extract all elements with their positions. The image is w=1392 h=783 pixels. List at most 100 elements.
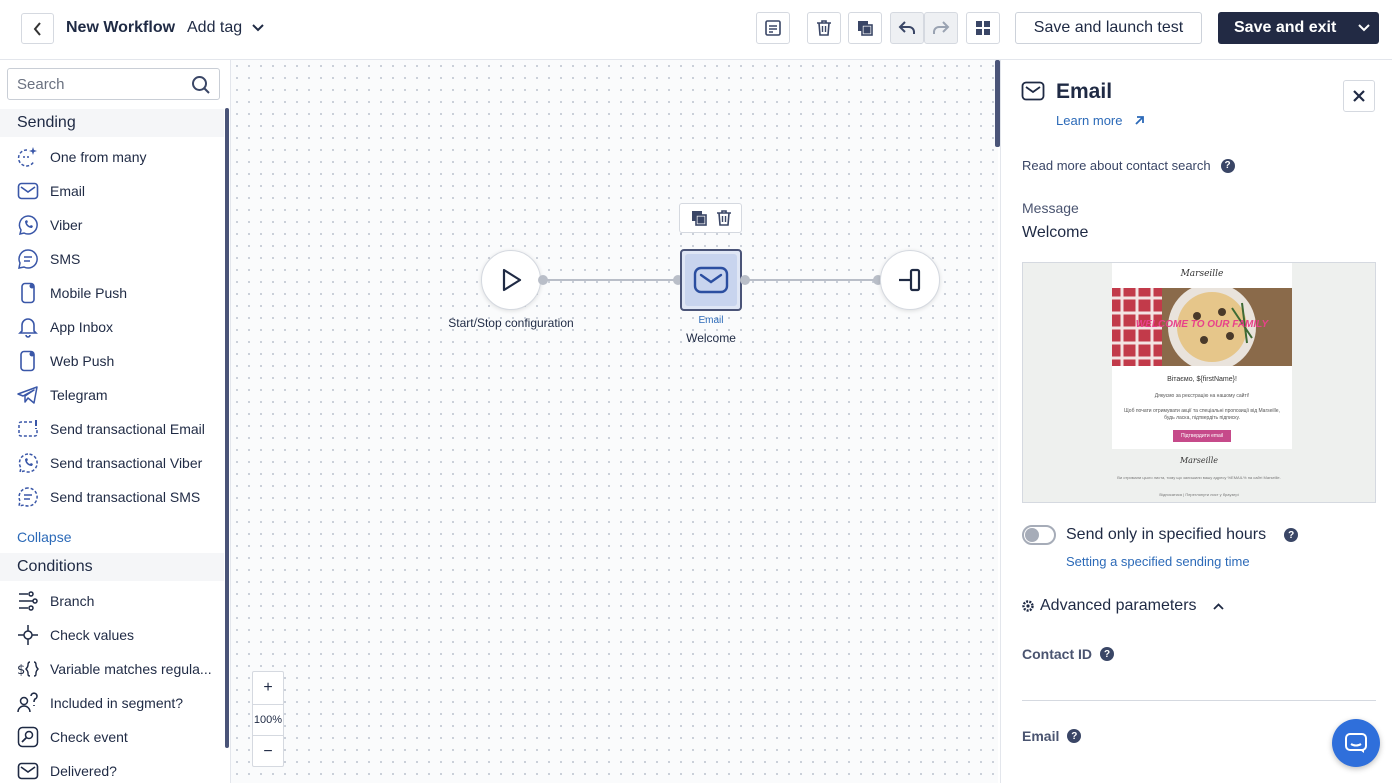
zoom-out-button[interactable]: −	[253, 736, 283, 768]
help-icon[interactable]: ?	[1284, 528, 1299, 542]
chat-icon	[1345, 733, 1367, 753]
sidebar-item-viber[interactable]: Viber	[17, 211, 222, 239]
notes-button[interactable]	[756, 12, 790, 44]
sidebar-item-label: Viber	[50, 217, 83, 233]
notes-icon	[765, 20, 781, 36]
start-node[interactable]	[481, 250, 541, 310]
transactional-email-icon	[17, 418, 39, 440]
trash-icon	[817, 20, 831, 36]
sidebar-item-included-in-segment[interactable]: Included in segment?	[17, 689, 222, 717]
email-node[interactable]	[680, 249, 742, 311]
play-icon	[502, 268, 522, 292]
message-value[interactable]: Welcome	[1022, 224, 1088, 242]
send-hours-label: Send only in specified hours	[1066, 526, 1267, 543]
sidebar-item-mobile-push[interactable]: Mobile Push	[17, 279, 222, 307]
collapse-link[interactable]: Collapse	[17, 529, 71, 545]
transactional-sms-icon	[17, 486, 39, 508]
copy-icon[interactable]	[690, 209, 708, 227]
sidebar-item-label: App Inbox	[50, 319, 114, 335]
sidebar-item-label: Send transactional SMS	[50, 489, 201, 505]
sidebar-item-label: Send transactional Viber	[50, 455, 203, 471]
mobile-icon	[17, 282, 39, 304]
email-output-port[interactable]	[740, 275, 750, 285]
envelope-icon	[693, 266, 729, 294]
zoom-controls: + 100% −	[252, 671, 284, 767]
back-button[interactable]	[21, 13, 54, 44]
sidebar-item-telegram[interactable]: Telegram	[17, 381, 222, 409]
sending-time-link[interactable]: Setting a specified sending time	[1066, 554, 1250, 569]
save-exit-button[interactable]: Save and exit	[1218, 12, 1379, 44]
sidebar-scrollbar[interactable]	[225, 108, 229, 748]
sidebar-item-check-event[interactable]: Check event	[17, 723, 222, 751]
sidebar-item-sms[interactable]: SMS	[17, 245, 222, 273]
preview-banner: WELCOME TO OUR FAMILY	[1112, 288, 1292, 366]
panel-title: Email	[1056, 80, 1113, 103]
save-exit-dropdown[interactable]	[1348, 12, 1379, 44]
sidebar-item-variable-matches[interactable]: $ Variable matches regula...	[17, 655, 222, 683]
preview-line2: Щоб почати отримувати акції та спеціальн…	[1124, 408, 1280, 421]
trash-icon[interactable]	[716, 209, 732, 227]
sidebar-item-one-from-many[interactable]: One from many	[17, 143, 222, 171]
web-push-icon	[17, 350, 39, 372]
exit-node[interactable]	[880, 250, 940, 310]
save-launch-test-button[interactable]: Save and launch test	[1015, 12, 1202, 44]
chevron-left-icon	[33, 21, 41, 36]
sms-bubble-icon	[17, 248, 39, 270]
telegram-icon	[17, 384, 39, 406]
sidebar-item-label: Variable matches regula...	[50, 661, 212, 677]
sidebar-item-branch[interactable]: Branch	[17, 587, 222, 615]
message-label: Message	[1022, 200, 1079, 216]
edge-email-exit	[744, 279, 878, 281]
add-tag-dropdown[interactable]: Add tag	[187, 19, 264, 37]
sidebar-item-transactional-viber[interactable]: Send transactional Viber	[17, 449, 222, 477]
bell-icon	[17, 316, 39, 338]
sidebar-item-web-push[interactable]: Web Push	[17, 347, 222, 375]
help-icon[interactable]: ?	[1220, 158, 1235, 173]
sidebar-item-delivered[interactable]: Delivered?	[17, 757, 222, 783]
copy-button[interactable]	[848, 12, 882, 44]
start-output-port[interactable]	[538, 275, 548, 285]
event-icon	[17, 726, 39, 748]
email-node-body	[685, 254, 737, 306]
delivered-icon	[17, 760, 39, 782]
delete-button[interactable]	[807, 12, 841, 44]
redo-button[interactable]	[924, 12, 958, 44]
sidebar-item-transactional-email[interactable]: Send transactional Email	[17, 415, 222, 443]
grid-icon	[976, 21, 990, 35]
chevron-up-icon	[1212, 602, 1224, 610]
sidebar-item-transactional-sms[interactable]: Send transactional SMS	[17, 483, 222, 511]
search-field[interactable]	[7, 68, 220, 100]
undo-button[interactable]	[890, 12, 924, 44]
chevron-down-icon	[1357, 24, 1370, 32]
layout-button[interactable]	[966, 12, 1000, 44]
sidebar-item-label: Included in segment?	[50, 695, 184, 711]
help-icon[interactable]: ?	[1100, 647, 1114, 661]
search-input[interactable]	[17, 75, 192, 93]
preview-confirm-button: Підтвердити email	[1173, 430, 1231, 442]
sidebar-item-check-values[interactable]: Check values	[17, 621, 222, 649]
workflow-title[interactable]: New Workflow	[66, 19, 175, 37]
search-icon[interactable]	[191, 75, 211, 95]
transactional-viber-icon	[17, 452, 39, 474]
contact-id-input[interactable]	[1022, 700, 1376, 701]
gear-icon	[1022, 600, 1034, 612]
element-sidebar: Sending One from many Email Viber SMS Mo…	[0, 60, 231, 783]
chat-support-button[interactable]	[1332, 719, 1380, 767]
redo-icon	[933, 21, 950, 34]
help-icon[interactable]: ?	[1067, 729, 1082, 743]
workflow-canvas[interactable]	[231, 60, 998, 783]
sidebar-item-app-inbox[interactable]: App Inbox	[17, 313, 222, 341]
branch-icon	[17, 590, 39, 612]
sidebar-item-label: Branch	[50, 593, 95, 609]
zoom-in-button[interactable]: +	[253, 672, 283, 704]
section-sending: Sending	[0, 109, 224, 137]
read-more-contact-search[interactable]: Read more about contact search ?	[1022, 158, 1235, 173]
learn-more-link[interactable]: Learn more	[1056, 113, 1145, 128]
sidebar-item-email[interactable]: Email	[17, 177, 222, 205]
email-preview[interactable]: Marseille WELCOME TO OUR FAMILY Вітаємо,…	[1022, 262, 1376, 503]
advanced-parameters-label: Advanced parameters	[1040, 597, 1197, 614]
envelope-icon	[1021, 81, 1045, 101]
advanced-parameters-toggle[interactable]: Advanced parameters	[1022, 597, 1224, 615]
close-panel-button[interactable]	[1343, 80, 1375, 112]
send-hours-toggle[interactable]	[1022, 525, 1056, 545]
